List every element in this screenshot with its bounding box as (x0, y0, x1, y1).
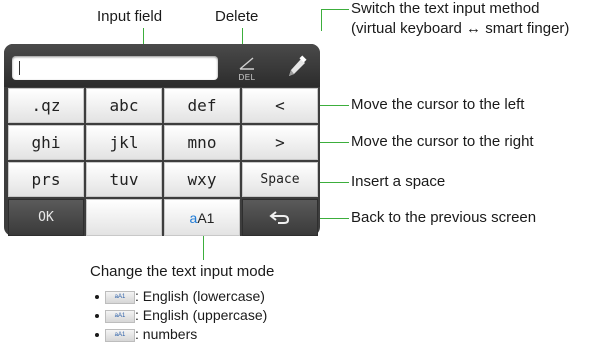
callout-change-mode: Change the text input mode (90, 263, 275, 280)
key-blank[interactable] (86, 199, 162, 236)
input-mode-label: aA1 (190, 210, 215, 226)
key-def[interactable]: def (164, 88, 240, 123)
callout-cursor-left: Move the cursor to the left (351, 96, 525, 113)
callout-delete: Delete (215, 8, 259, 25)
callout-switch-method-line1: Switch the text input method (351, 0, 540, 17)
delete-label: DEL (238, 73, 256, 82)
key-wxy[interactable]: wxy (164, 162, 240, 197)
bullet-dot (95, 295, 99, 299)
callout-input-field: Input field (97, 8, 163, 25)
input-bar: DEL (4, 44, 320, 87)
key-space[interactable]: Space (242, 162, 318, 197)
text-cursor (19, 61, 20, 75)
key-abc[interactable]: abc (86, 88, 162, 123)
leader-switch-h (321, 9, 349, 10)
mode-desc-numbers: : numbers (135, 326, 198, 342)
key-ghi[interactable]: ghi (8, 125, 84, 160)
delete-button[interactable]: DEL (227, 51, 267, 85)
mode-desc-uppercase: : English (uppercase) (135, 307, 268, 323)
key-mno[interactable]: mno (164, 125, 240, 160)
bullet-dot (95, 333, 99, 337)
backspace-arrow-icon (239, 57, 254, 70)
mode-chip-numbers: aA1 (105, 329, 135, 342)
input-mode-upper-num: A1 (197, 209, 215, 226)
leader-switch-v (321, 9, 322, 31)
leader-change-mode (203, 234, 204, 260)
back-icon (269, 210, 290, 224)
switch-input-method-button[interactable] (281, 54, 311, 82)
pencil-icon (289, 55, 307, 76)
callout-insert-space: Insert a space (351, 173, 446, 190)
key-qz[interactable]: .qz (8, 88, 84, 123)
key-prs[interactable]: prs (8, 162, 84, 197)
bullet-dot (95, 314, 99, 318)
key-cursor-left[interactable]: < (242, 88, 318, 123)
callout-cursor-right: Move the cursor to the right (351, 133, 534, 150)
mode-chip-lowercase: aA1 (105, 291, 135, 304)
key-input-mode[interactable]: aA1 (164, 199, 240, 236)
keypad-device: DEL .qz abc def < ghi jkl mno > prs tuv … (4, 44, 320, 236)
key-jkl[interactable]: jkl (86, 125, 162, 160)
key-cursor-right[interactable]: > (242, 125, 318, 160)
mode-desc-lowercase: : English (lowercase) (135, 288, 265, 304)
key-ok[interactable]: OK (8, 199, 84, 236)
text-input-field[interactable] (12, 56, 218, 80)
mode-chip-uppercase: aA1 (105, 310, 135, 323)
key-back[interactable] (242, 199, 318, 236)
keypad-grid: .qz abc def < ghi jkl mno > prs tuv wxy … (8, 88, 320, 236)
callout-switch-method-line2: (virtual keyboard ↔ smart finger) (351, 20, 570, 37)
callout-back: Back to the previous screen (351, 209, 537, 226)
key-tuv[interactable]: tuv (86, 162, 162, 197)
